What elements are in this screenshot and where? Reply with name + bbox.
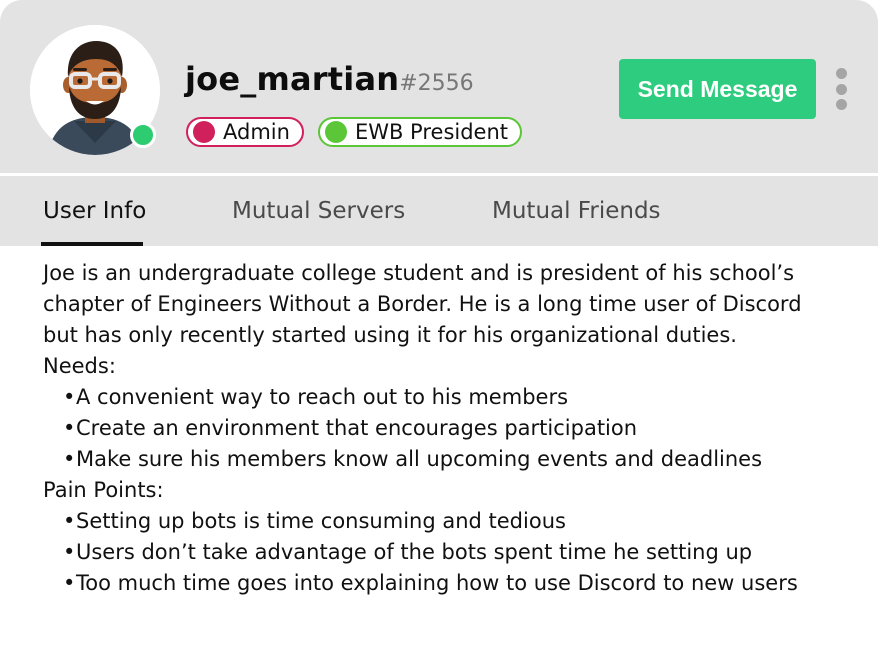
user-bio: Joe is an undergraduate college student … — [43, 261, 802, 347]
profile-tabs: User Info Mutual Servers Mutual Friends — [0, 176, 878, 246]
more-options-button[interactable] — [832, 68, 850, 110]
list-item: A convenient way to reach out to his mem… — [63, 382, 843, 413]
vertical-ellipsis-icon — [835, 99, 847, 110]
role-color-dot-icon — [324, 121, 347, 143]
list-item: Too much time goes into explaining how t… — [63, 568, 843, 599]
role-label: EWB President — [354, 120, 509, 144]
online-status-icon — [130, 122, 156, 148]
role-badge-admin[interactable]: Admin — [186, 117, 304, 147]
needs-list: A convenient way to reach out to his mem… — [43, 382, 843, 475]
tab-mutual-friends[interactable]: Mutual Friends — [492, 198, 661, 224]
list-item: Users don’t take advantage of the bots s… — [63, 537, 843, 568]
name-row: joe_martian#2556 — [185, 60, 474, 98]
active-tab-indicator — [41, 242, 143, 246]
vertical-ellipsis-icon — [835, 68, 847, 79]
tab-mutual-servers[interactable]: Mutual Servers — [232, 198, 405, 224]
list-item: Create an environment that encourages pa… — [63, 413, 843, 444]
pain-points-list: Setting up bots is time consuming and te… — [43, 506, 843, 599]
role-badges: Admin EWB President — [186, 117, 523, 147]
username: joe_martian — [185, 60, 400, 98]
vertical-ellipsis-icon — [835, 83, 847, 95]
send-message-button[interactable]: Send Message — [619, 59, 816, 119]
needs-heading: Needs: — [43, 354, 116, 378]
list-item: Make sure his members know all upcoming … — [63, 444, 843, 475]
pain-points-heading: Pain Points: — [43, 478, 164, 502]
role-label: Admin — [223, 120, 290, 144]
user-profile-card: joe_martian#2556 Admin EWB President Sen… — [0, 0, 878, 647]
user-info-panel: Joe is an undergraduate college student … — [43, 258, 843, 599]
role-color-dot-icon — [193, 121, 215, 143]
discriminator: #2556 — [399, 71, 474, 96]
list-item: Setting up bots is time consuming and te… — [63, 506, 843, 537]
role-badge-ewb-president[interactable]: EWB President — [317, 117, 523, 147]
tab-user-info[interactable]: User Info — [43, 198, 146, 224]
